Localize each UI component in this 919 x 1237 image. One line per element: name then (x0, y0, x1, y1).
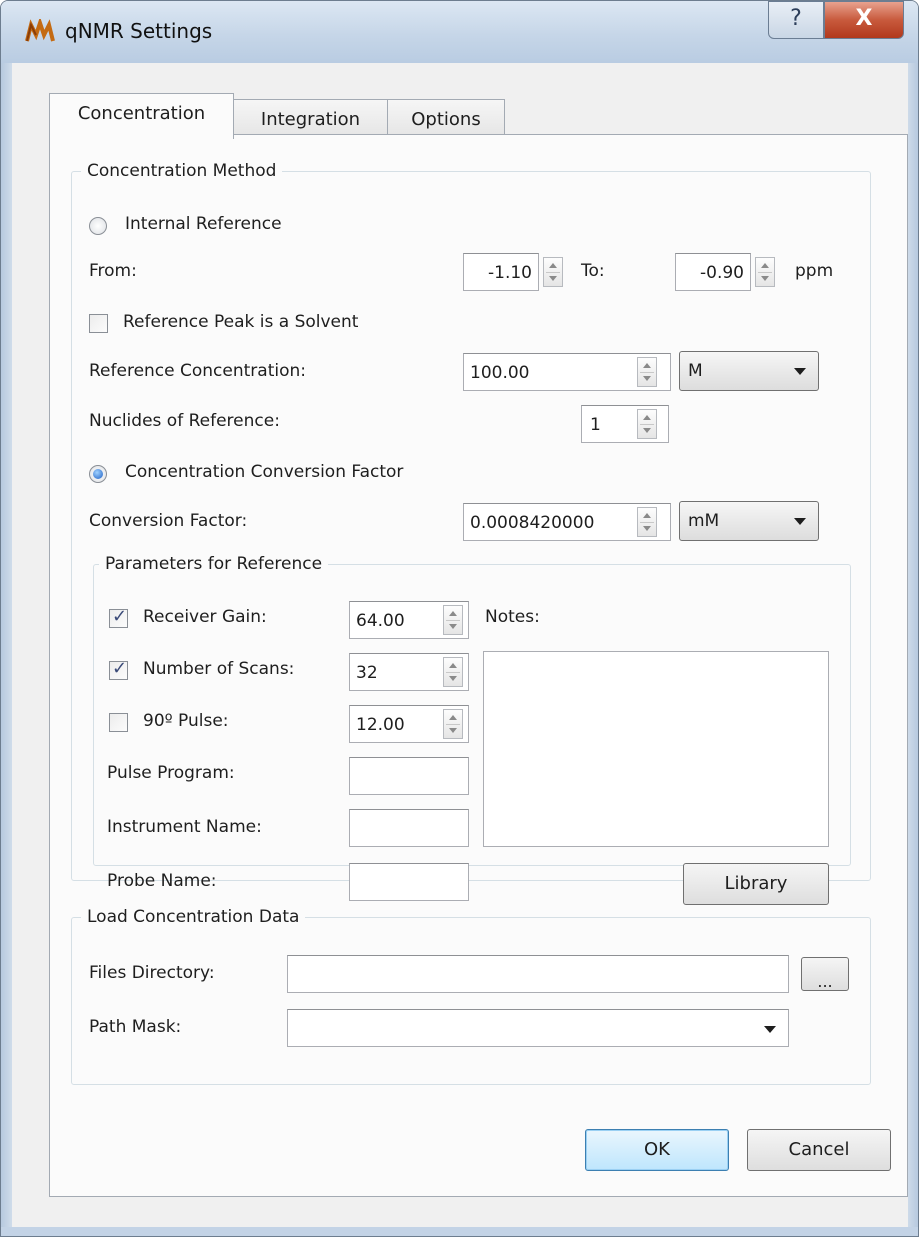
pulse-program-input[interactable] (349, 757, 469, 795)
internal-reference-label[interactable]: Internal Reference (125, 214, 282, 234)
solvent-checkbox-label[interactable]: Reference Peak is a Solvent (123, 312, 358, 332)
path-mask-label: Path Mask: (89, 1017, 182, 1037)
instrument-name-label: Instrument Name: (107, 817, 262, 837)
chevron-down-icon (794, 368, 806, 375)
conversion-factor-label: Conversion Factor: (89, 511, 248, 531)
receiver-gain-label[interactable]: Receiver Gain: (143, 607, 267, 627)
cancel-button[interactable]: Cancel (747, 1129, 891, 1171)
receiver-gain-checkbox[interactable]: ✓ (109, 606, 128, 628)
notes-textarea[interactable] (483, 651, 829, 847)
conversion-factor-spinner[interactable] (637, 507, 657, 537)
help-icon: ? (790, 6, 802, 31)
concentration-method-title: Concentration Method (81, 161, 283, 181)
probe-name-label: Probe Name: (107, 871, 217, 891)
close-button[interactable]: X (824, 1, 904, 39)
checkmark-icon: ✓ (111, 658, 128, 679)
browse-ellipsis-icon: ... (817, 972, 833, 991)
parameters-group-title: Parameters for Reference (99, 554, 329, 574)
close-icon: X (855, 6, 873, 31)
browse-button[interactable]: ... (801, 957, 849, 991)
notes-label: Notes: (485, 607, 540, 627)
tab-options[interactable]: Options (387, 99, 505, 139)
window-title: qNMR Settings (65, 19, 213, 43)
pulse90-spinner[interactable] (443, 709, 463, 739)
tab-integration[interactable]: Integration (233, 99, 388, 139)
num-scans-label[interactable]: Number of Scans: (143, 659, 294, 679)
tab-label: Integration (260, 109, 361, 130)
load-data-group-title: Load Concentration Data (81, 907, 306, 927)
window-frame-right (907, 63, 918, 1236)
internal-reference-radio[interactable] (89, 217, 107, 235)
from-label: From: (89, 261, 137, 281)
to-spinner[interactable] (755, 257, 775, 287)
from-input[interactable]: -1.10 (463, 253, 539, 291)
solvent-checkbox[interactable] (89, 314, 108, 333)
reference-concentration-label: Reference Concentration: (89, 361, 306, 381)
chevron-down-icon (764, 1026, 776, 1033)
select-value: M (688, 361, 703, 381)
from-spinner[interactable] (543, 257, 563, 287)
ok-button-label: OK (644, 1139, 670, 1160)
cancel-button-label: Cancel (788, 1139, 850, 1160)
tab-label: Options (411, 109, 481, 130)
title-bar[interactable]: qNMR Settings ? X (1, 1, 918, 64)
conversion-factor-unit-select[interactable]: mM (679, 501, 819, 541)
tab-concentration[interactable]: Concentration (49, 93, 234, 139)
pulse-program-label: Pulse Program: (107, 763, 235, 783)
reference-concentration-unit-select[interactable]: M (679, 351, 819, 391)
chevron-down-icon (794, 518, 806, 525)
to-label: To: (581, 261, 605, 281)
ok-button[interactable]: OK (585, 1129, 729, 1171)
reference-concentration-spinner[interactable] (637, 357, 657, 387)
files-directory-label: Files Directory: (89, 963, 215, 983)
conversion-factor-radio[interactable] (89, 465, 107, 483)
radio-selected-dot (93, 469, 103, 479)
pulse90-label[interactable]: 90º Pulse: (143, 711, 229, 731)
checkmark-icon: ✓ (111, 606, 128, 627)
path-mask-select[interactable] (287, 1009, 789, 1047)
select-value: mM (688, 511, 720, 531)
nuclides-label: Nuclides of Reference: (89, 411, 280, 431)
instrument-name-input[interactable] (349, 809, 469, 847)
to-input[interactable]: -0.90 (675, 253, 751, 291)
conversion-factor-radio-label[interactable]: Concentration Conversion Factor (125, 462, 403, 482)
app-logo-icon (25, 19, 55, 42)
load-data-group (71, 917, 871, 1085)
library-button-label: Library (724, 873, 788, 894)
num-scans-spinner[interactable] (443, 657, 463, 687)
ppm-unit-label: ppm (795, 261, 834, 281)
window-frame-bottom (1, 1227, 918, 1236)
nuclides-spinner[interactable] (637, 409, 657, 439)
probe-name-input[interactable] (349, 863, 469, 901)
receiver-gain-spinner[interactable] (443, 605, 463, 635)
library-button[interactable]: Library (683, 863, 829, 905)
window-frame-left (1, 63, 12, 1236)
files-directory-input[interactable] (287, 955, 789, 993)
help-button[interactable]: ? (768, 1, 824, 39)
pulse90-checkbox[interactable] (109, 713, 128, 732)
qnmr-settings-dialog: qNMR Settings ? X Concentration Integrat… (0, 0, 919, 1237)
tab-label: Concentration (77, 103, 206, 124)
num-scans-checkbox[interactable]: ✓ (109, 658, 128, 680)
